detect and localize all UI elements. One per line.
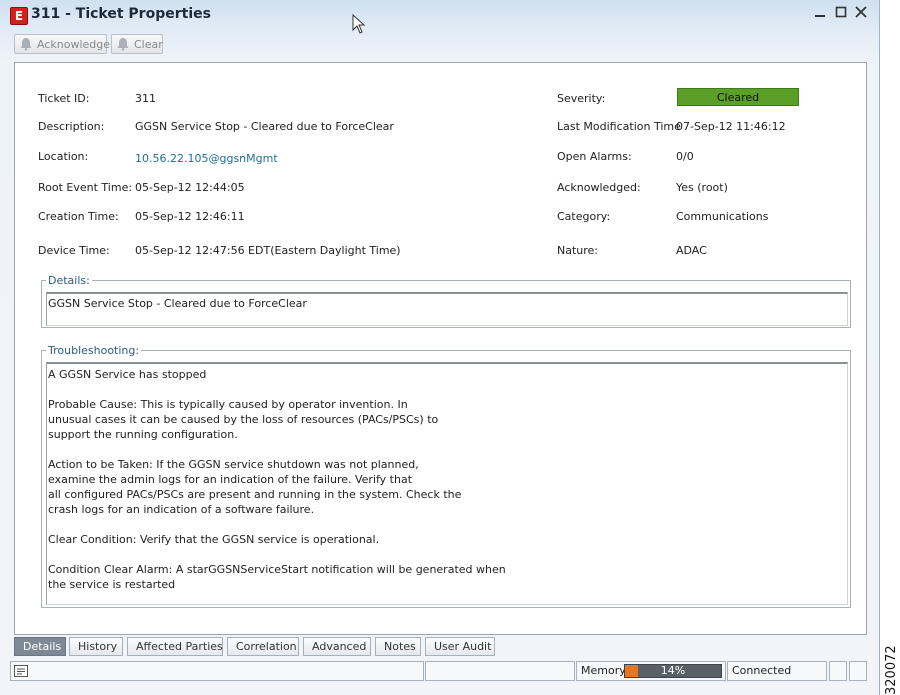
description-value: GGSN Service Stop - Cleared due to Force… (135, 120, 394, 133)
creation-time-value: 05-Sep-12 12:46:11 (135, 210, 245, 223)
ticket-properties-window: E 311 - Ticket Properties Acknowledge Cl… (0, 0, 880, 695)
memory-bar: 14% (624, 664, 722, 678)
clear-button[interactable]: Clear (111, 34, 163, 54)
creation-time-label: Creation Time: (38, 210, 119, 223)
acknowledge-button[interactable]: Acknowledge (14, 34, 111, 54)
status-message-cell (10, 661, 424, 681)
close-icon[interactable] (853, 6, 869, 22)
nature-value: ADAC (676, 244, 707, 257)
tab-user-audit[interactable]: User Audit (425, 637, 495, 656)
maximize-icon[interactable] (833, 6, 849, 22)
root-event-time-label: Root Event Time: (38, 181, 133, 194)
troubleshooting-text-area[interactable]: A GGSN Service has stopped Probable Caus… (46, 362, 848, 605)
last-modification-value: 07-Sep-12 11:46:12 (676, 120, 786, 133)
root-event-time-value: 05-Sep-12 12:44:05 (135, 181, 245, 194)
status-indicator-2 (849, 661, 867, 681)
last-modification-label: Last Modification Time (557, 120, 681, 133)
figure-id-text: 320072 (884, 645, 899, 695)
acknowledge-bell-icon (20, 38, 32, 51)
open-alarms-value: 0/0 (676, 150, 694, 163)
ticket-id-value: 311 (135, 92, 156, 105)
details-group: Details: GGSN Service Stop - Cleared due… (41, 274, 851, 328)
memory-percent: 14% (660, 664, 686, 677)
status-bar: Memory: Connected (10, 660, 880, 682)
figure-id: 320072 (884, 640, 900, 695)
tab-correlation[interactable]: Correlation (227, 637, 299, 656)
nature-label: Nature: (557, 244, 599, 257)
console-icon (14, 665, 28, 677)
category-label: Category: (557, 210, 611, 223)
description-label: Description: (38, 120, 105, 133)
tab-affected-parties[interactable]: Affected Parties (127, 637, 223, 656)
category-value: Communications (676, 210, 769, 223)
minimize-icon[interactable] (812, 6, 828, 22)
title-bar[interactable]: E 311 - Ticket Properties (0, 0, 880, 34)
mouse-cursor-icon (352, 14, 366, 34)
tab-advanced[interactable]: Advanced (303, 637, 371, 656)
status-indicator-1 (829, 661, 847, 681)
troubleshooting-group: Troubleshooting: A GGSN Service has stop… (41, 344, 851, 608)
troubleshooting-group-title: Troubleshooting: (46, 344, 142, 357)
device-time-value: 05-Sep-12 12:47:56 EDT(Eastern Daylight … (135, 244, 401, 257)
connection-status: Connected (727, 661, 827, 681)
clear-label: Clear (134, 38, 163, 51)
ticket-id-label: Ticket ID: (38, 92, 90, 105)
tab-notes[interactable]: Notes (375, 637, 421, 656)
troubleshooting-text: A GGSN Service has stopped Probable Caus… (48, 368, 506, 591)
location-label: Location: (38, 150, 89, 163)
details-text-area[interactable]: GGSN Service Stop - Cleared due to Force… (46, 292, 848, 326)
tab-details[interactable]: Details (14, 637, 66, 656)
details-panel: Ticket ID: 311 Description: GGSN Service… (14, 62, 867, 635)
open-alarms-label: Open Alarms: (557, 150, 632, 163)
acknowledged-value: Yes (root) (676, 181, 728, 194)
memory-label: Memory: (581, 664, 629, 677)
window-title: 311 - Ticket Properties (31, 6, 211, 22)
severity-badge: Cleared (677, 88, 799, 106)
acknowledged-label: Acknowledged: (557, 181, 641, 194)
acknowledge-label: Acknowledge (37, 38, 111, 51)
details-text: GGSN Service Stop - Cleared due to Force… (48, 297, 307, 310)
status-blank-cell (425, 661, 575, 681)
device-time-label: Device Time: (38, 244, 110, 257)
clear-bell-icon (117, 38, 129, 51)
location-link[interactable]: 10.56.22.105@ggsnMgmt (135, 152, 278, 165)
details-group-title: Details: (46, 274, 92, 287)
tab-history[interactable]: History (69, 637, 123, 656)
app-logo-icon: E (10, 7, 28, 25)
severity-label: Severity: (557, 92, 606, 105)
